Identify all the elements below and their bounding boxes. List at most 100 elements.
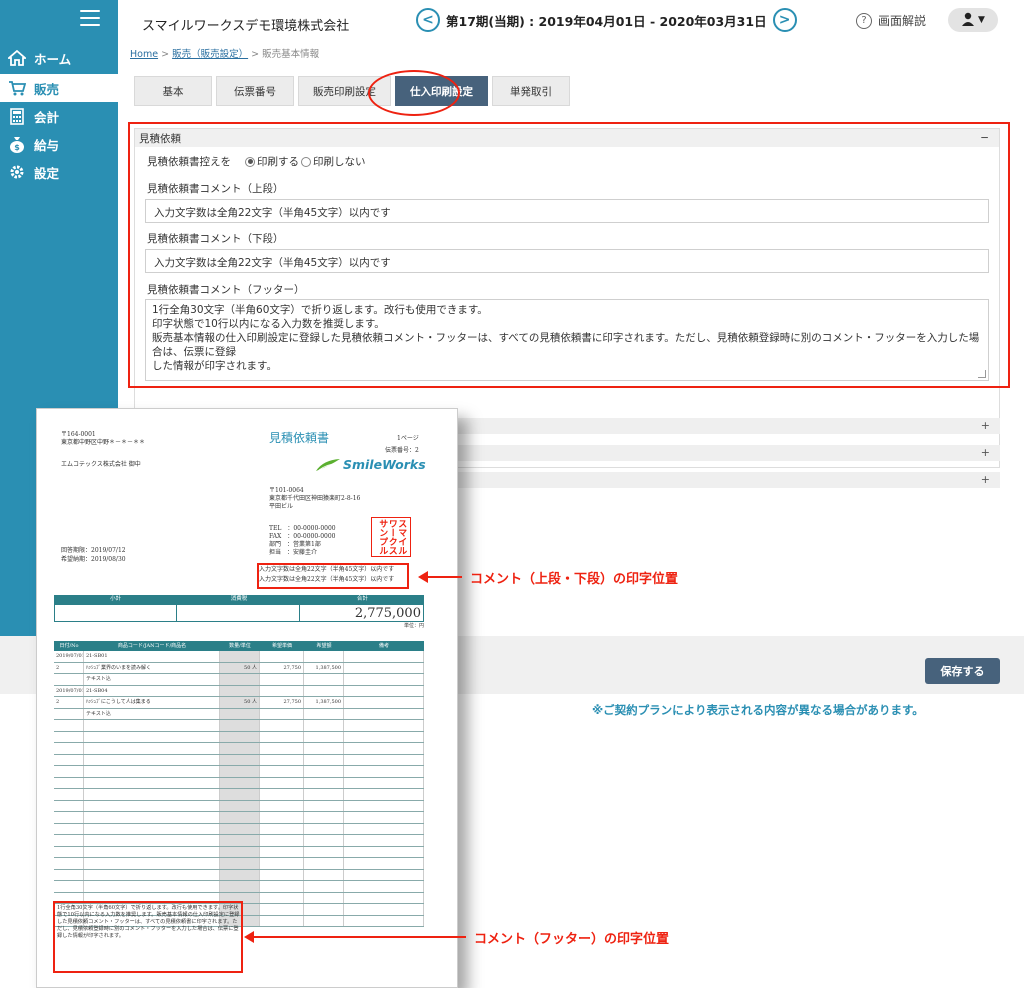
sidebar-item-label: ホーム xyxy=(34,51,72,67)
calculator-icon xyxy=(8,107,26,125)
help-link[interactable]: ? 画面解説 xyxy=(856,12,926,29)
subtotal-cell xyxy=(55,605,178,621)
plan-note: ※ご契約プランにより表示される内容が異なる場合があります。 xyxy=(592,703,924,717)
table-cell xyxy=(260,858,304,869)
table-cell xyxy=(304,812,344,823)
question-icon: ? xyxy=(856,12,872,29)
table-cell xyxy=(344,708,424,719)
sidebar-item-label: 会計 xyxy=(34,109,60,125)
next-period-button[interactable]: > xyxy=(772,8,797,32)
tab-slip-number[interactable]: 伝票番号 xyxy=(216,76,294,106)
table-cell xyxy=(304,858,344,869)
breadcrumb-home-link[interactable]: Home xyxy=(130,49,158,60)
table-cell xyxy=(84,789,220,800)
table-cell xyxy=(344,846,424,857)
table-cell xyxy=(220,720,260,731)
table-cell xyxy=(84,731,220,742)
table-cell xyxy=(220,708,260,719)
sidebar-item-label: 給与 xyxy=(34,137,60,153)
table-cell xyxy=(260,674,304,685)
table-row xyxy=(54,800,424,812)
period-text: 第17期(当期) : 2019年04月01日 - 2020年03月31日 xyxy=(446,13,767,29)
sidebar-item-home[interactable]: ホーム xyxy=(0,44,118,72)
table-row: テキスト込 xyxy=(54,674,424,686)
table-cell xyxy=(84,743,220,754)
money-bag-icon: $ xyxy=(8,135,26,153)
table-cell: 27,750 xyxy=(260,697,304,708)
tab-single-transaction[interactable]: 単発取引 xyxy=(492,76,570,106)
sidebar-item-payroll[interactable]: $ 給与 xyxy=(0,130,118,158)
table-cell xyxy=(260,731,304,742)
table-cell xyxy=(260,800,304,811)
doc-reply-date: 回答期限：2019/07/12 xyxy=(61,547,126,554)
table-cell xyxy=(260,869,304,880)
sidebar-item-sales[interactable]: 販売 xyxy=(0,74,118,102)
table-cell: 21-SB01 xyxy=(84,651,220,662)
table-cell xyxy=(260,823,304,834)
table-cell xyxy=(84,800,220,811)
unit-label: 単位：円 xyxy=(403,623,424,629)
table-cell xyxy=(260,812,304,823)
footer-highlight-box xyxy=(53,901,243,973)
table-cell xyxy=(344,731,424,742)
table-cell xyxy=(344,754,424,765)
table-cell xyxy=(220,812,260,823)
doc-fax: FAX ：00-0000-0000 xyxy=(269,533,336,540)
total-cell: 2,775,000 xyxy=(354,606,421,621)
table-cell xyxy=(220,800,260,811)
table-cell xyxy=(304,777,344,788)
doc-client-name: エムコテックス株式会社 御中 xyxy=(61,461,141,468)
table-cell xyxy=(220,881,260,892)
table-cell: 50 人 xyxy=(220,697,260,708)
table-cell: 2019/07/01 xyxy=(54,685,84,696)
table-cell xyxy=(260,881,304,892)
table-cell xyxy=(260,904,304,915)
callout-footer-position: コメント（フッター）の印字位置 xyxy=(474,932,670,947)
previous-period-button[interactable]: < xyxy=(416,8,440,32)
table-cell xyxy=(304,651,344,662)
table-row xyxy=(54,835,424,847)
summary-header: 小計 xyxy=(110,596,122,602)
menu-icon[interactable] xyxy=(80,10,100,26)
table-cell xyxy=(54,777,84,788)
table-cell xyxy=(344,881,424,892)
table-cell xyxy=(304,685,344,696)
table-cell xyxy=(260,915,304,926)
breadcrumb-current: 販売基本情報 xyxy=(262,49,320,60)
tab-basic[interactable]: 基本 xyxy=(134,76,212,106)
table-cell xyxy=(220,743,260,754)
table-cell: 1,387,500 xyxy=(304,662,344,673)
table-cell xyxy=(54,754,84,765)
empty-rows xyxy=(54,720,424,927)
table-cell xyxy=(344,892,424,903)
column-header: 商品コード/JANコード/商品名 xyxy=(117,643,187,649)
doc-zip-right: 〒101-0064 xyxy=(269,487,304,494)
breadcrumb-sales-settings-link[interactable]: 販売（販売設定） xyxy=(172,49,248,60)
table-cell xyxy=(304,892,344,903)
leaf-icon xyxy=(316,458,340,471)
breadcrumb: Home > 販売（販売設定） > 販売基本情報 xyxy=(130,46,319,60)
table-cell xyxy=(84,720,220,731)
gear-icon xyxy=(8,163,26,181)
sidebar-item-settings[interactable]: 設定 xyxy=(0,158,118,186)
table-cell xyxy=(260,708,304,719)
table-cell xyxy=(344,869,424,880)
table-cell: 50 人 xyxy=(220,662,260,673)
table-cell xyxy=(304,904,344,915)
table-row: 2019/07/01 21-SB04 xyxy=(54,685,424,697)
user-menu-button[interactable]: ▼ xyxy=(948,8,998,32)
table-cell xyxy=(260,892,304,903)
table-cell xyxy=(304,869,344,880)
sidebar-item-accounting[interactable]: 会計 xyxy=(0,102,118,130)
table-cell xyxy=(84,881,220,892)
table-cell xyxy=(220,823,260,834)
table-cell: テキスト込 xyxy=(84,674,220,685)
table-cell xyxy=(344,858,424,869)
doc-title: 見積依頼書 xyxy=(269,431,330,445)
table-cell xyxy=(304,915,344,926)
table-cell xyxy=(304,846,344,857)
save-button[interactable]: 保存する xyxy=(925,658,1000,684)
user-icon xyxy=(961,12,975,29)
cart-icon xyxy=(8,79,26,97)
table-cell xyxy=(344,743,424,754)
